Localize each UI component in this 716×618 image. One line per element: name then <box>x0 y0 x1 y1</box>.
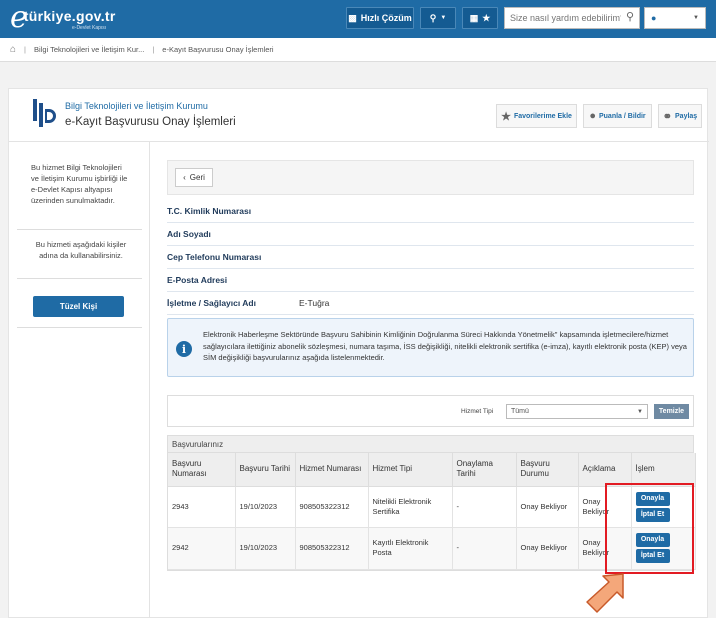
col-header: Hizmet Tipi <box>368 453 453 487</box>
page-title: e-Kayıt Başvurusu Onay İşlemleri <box>65 116 236 128</box>
info-icon: i <box>176 341 192 357</box>
field-name: Adı Soyadı <box>167 223 694 246</box>
quick-solution-button[interactable]: ▩ Hızlı Çözüm <box>346 7 414 29</box>
clear-button[interactable]: Temizle <box>654 404 689 419</box>
service-card: Bilgi Teknolojileri ve İletişim Kurumu e… <box>8 88 709 618</box>
star-icon: ★ <box>482 12 491 23</box>
field-phone: Cep Telefonu Numarası <box>167 246 694 269</box>
col-header: Başvuru Numarası <box>168 453 236 487</box>
cancel-button[interactable]: İptal Et <box>635 549 670 563</box>
top-bar: e türkiye.gov.tr e-Devlet Kapısı ▩ Hızlı… <box>0 0 716 38</box>
filter-bar: Hizmet Tipi Tümü ▼ Temizle <box>167 395 694 427</box>
grid-icon: ▦ <box>469 12 479 23</box>
caret-down-icon: ▼ <box>637 408 643 415</box>
institution-name[interactable]: Bilgi Teknolojileri ve İletişim Kurumu <box>65 101 208 111</box>
table-row: 2943 19/10/2023 908505322312 Nitelikli E… <box>168 486 696 528</box>
field-email: E-Posta Adresi <box>167 269 694 292</box>
breadcrumb-institution[interactable]: Bilgi Teknolojileri ve İletişim Kur... <box>34 45 144 54</box>
col-header: Hizmet Numarası <box>295 453 369 487</box>
approve-button[interactable]: Onayla <box>635 533 670 547</box>
col-header: Başvuru Tarihi <box>235 453 296 487</box>
user-icon: ● <box>651 13 657 23</box>
btk-logo-icon <box>33 99 56 127</box>
share-icon: ⚭ <box>662 110 673 123</box>
logo-text: türkiye.gov.tr <box>23 8 116 24</box>
approve-button[interactable]: Onayla <box>635 491 670 506</box>
breadcrumb: ⌂ | Bilgi Teknolojileri ve İletişim Kur.… <box>0 38 716 62</box>
back-bar: ‹ Geri <box>167 160 694 195</box>
user-menu[interactable]: ● ▼ <box>644 7 706 29</box>
sidebar-info-text: Bu hizmet Bilgi Teknolojileri ve İletişi… <box>31 163 128 205</box>
turkiye-gov-logo[interactable]: e türkiye.gov.tr e-Devlet Kapısı <box>10 3 140 33</box>
legal-entity-button[interactable]: Tüzel Kişi <box>33 296 124 317</box>
sidebar: Bu hizmet Bilgi Teknolojileri ve İletişi… <box>9 142 149 328</box>
search-icon[interactable]: ⚲ <box>626 10 634 23</box>
service-type-select[interactable]: Tümü ▼ <box>506 404 648 419</box>
cancel-button[interactable]: İptal Et <box>635 507 670 522</box>
tools-button[interactable]: ⚲ ▼ <box>420 7 456 29</box>
operator-value: E-Tuğra <box>299 298 330 308</box>
table-caption: Başvurularınız <box>168 436 693 453</box>
back-button[interactable]: ‹ Geri <box>175 168 213 187</box>
key-icon: ⚲ <box>429 12 437 23</box>
col-header: İşlem <box>631 453 696 487</box>
favorites-button[interactable]: ▦ ★ <box>462 7 498 29</box>
logo-subtitle: e-Devlet Kapısı <box>72 25 107 31</box>
add-favorite-button[interactable]: ★ Favorilerime Ekle <box>496 104 577 128</box>
caret-down-icon: ▼ <box>440 15 447 21</box>
col-header: Açıklama <box>578 453 632 487</box>
rate-button[interactable]: ● Puanla / Bildir <box>583 104 652 128</box>
table-header-row: Başvuru Numarası Başvuru Tarihi Hizmet N… <box>168 453 696 487</box>
share-button[interactable]: ⚭ Paylaş <box>658 104 702 128</box>
field-tc: T.C. Kimlik Numarası <box>167 200 694 223</box>
caret-down-icon: ▼ <box>693 15 699 21</box>
col-header: Onaylama Tarihi <box>452 453 517 487</box>
chat-icon: ▩ <box>348 12 357 23</box>
chevron-left-icon: ‹ <box>183 173 186 182</box>
sidebar-proxy-text: Bu hizmeti aşağıdaki kişiler adına da ku… <box>35 240 127 260</box>
home-icon[interactable]: ⌂ <box>10 44 16 55</box>
search-input[interactable] <box>504 7 640 29</box>
star-icon: ★ <box>501 110 511 123</box>
col-header: Başvuru Durumu <box>516 453 579 487</box>
breadcrumb-service: e-Kayıt Başvurusu Onay İşlemleri <box>162 45 274 54</box>
info-box: i Elektronik Haberleşme Sektöründe Başvu… <box>167 318 694 377</box>
field-operator: İşletme / Sağlayıcı Adı E-Tuğra <box>167 292 694 315</box>
service-type-label: Hizmet Tipi <box>461 408 494 415</box>
comment-icon: ● <box>589 110 596 122</box>
table-row: 2942 19/10/2023 908505322312 Kayıtlı Ele… <box>168 527 696 570</box>
applications-table: Başvurularınız Başvuru Numarası Başvuru … <box>167 435 696 571</box>
info-text: Elektronik Haberleşme Sektöründe Başvuru… <box>203 330 687 362</box>
